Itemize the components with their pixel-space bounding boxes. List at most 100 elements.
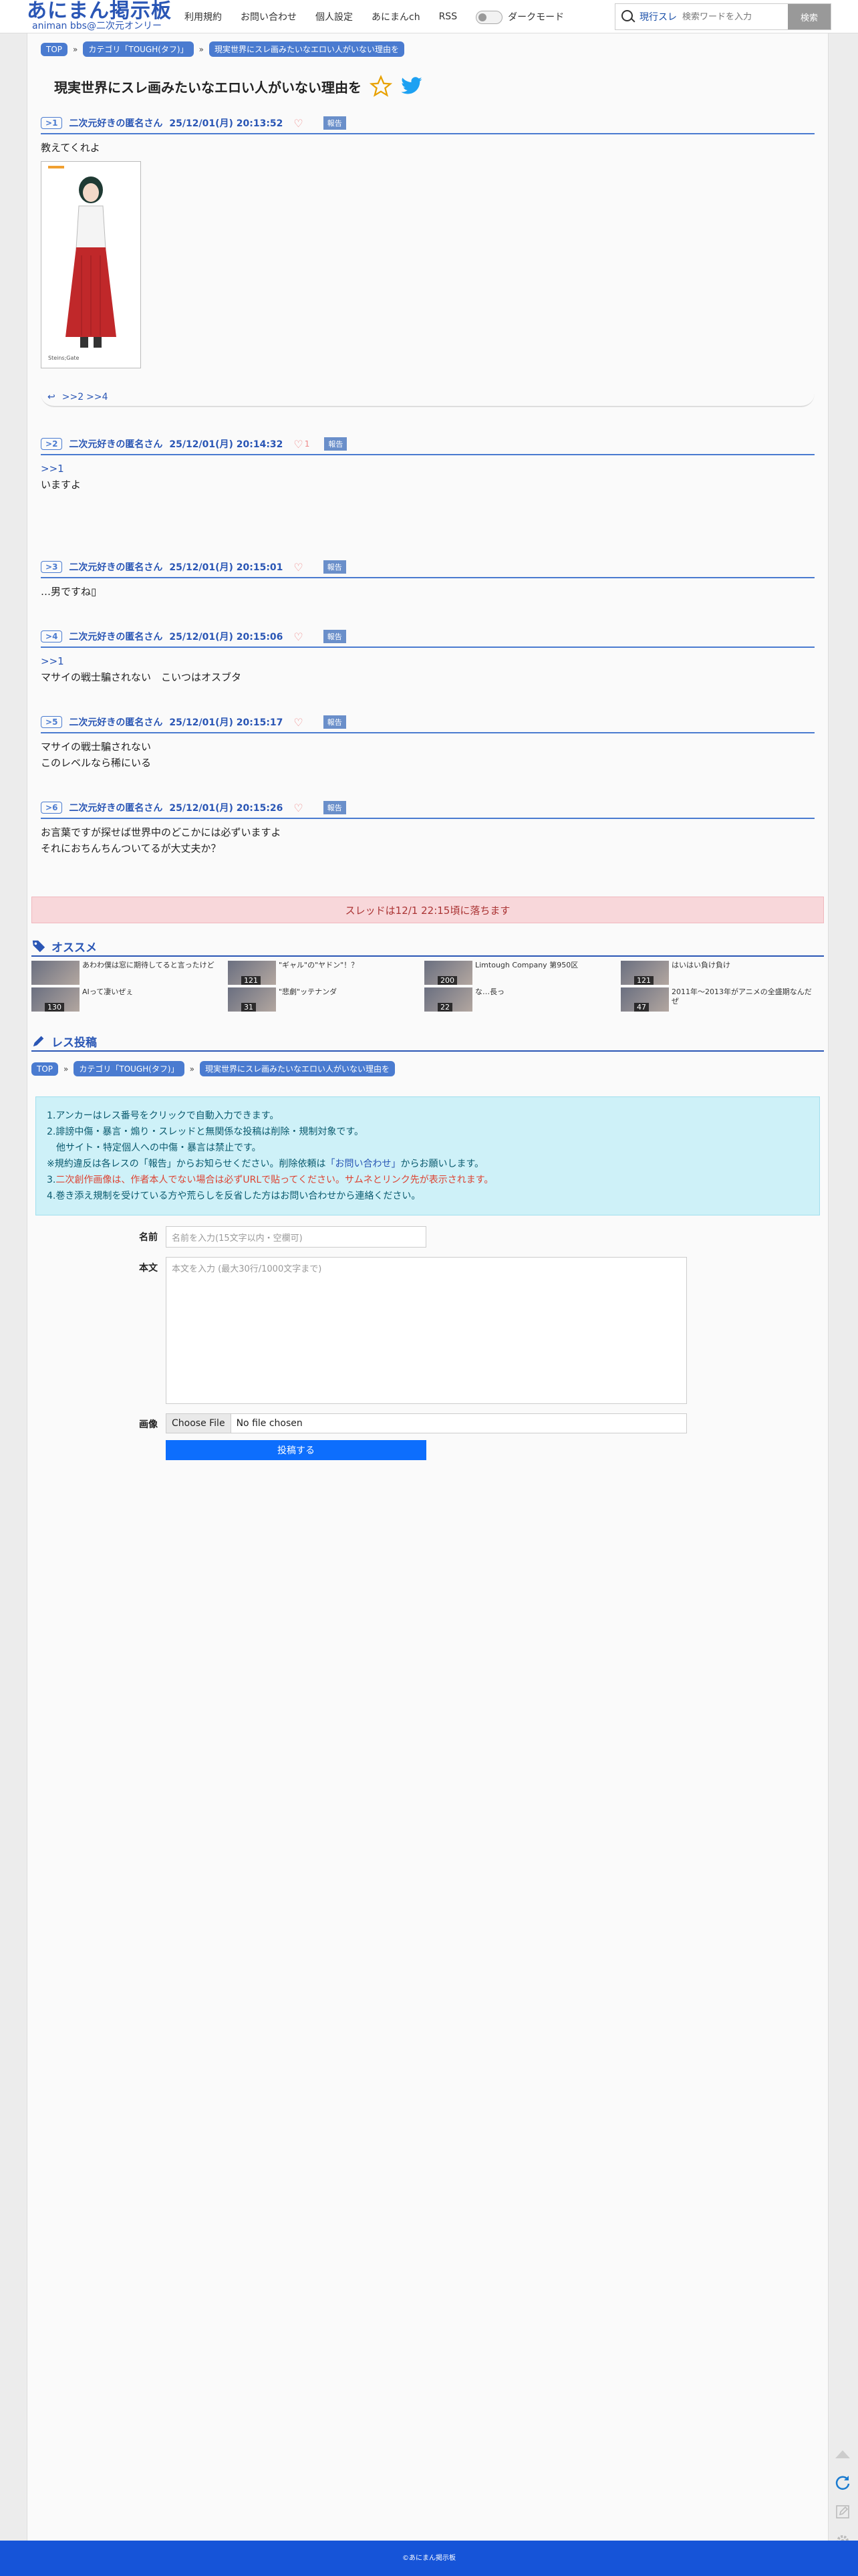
- post-image[interactable]: Steins;Gate: [41, 161, 141, 368]
- report-button[interactable]: 報告: [323, 801, 346, 814]
- nav-animanch[interactable]: あにまんch: [362, 10, 430, 23]
- post-form-title: レス投稿: [51, 1036, 97, 1050]
- comment-count: 121: [241, 976, 261, 985]
- poster-name: 二次元好きの匿名さん: [69, 717, 163, 728]
- site-footer: ©あにまん掲示板: [0, 2541, 858, 2576]
- breadcrumb-category[interactable]: カテゴリ「TOUGH(タフ)」: [83, 41, 194, 57]
- breadcrumb-category[interactable]: カテゴリ「TOUGH(タフ)」: [74, 1061, 184, 1076]
- report-button[interactable]: 報告: [323, 116, 346, 130]
- reply-link[interactable]: >>2: [62, 392, 84, 402]
- post-number[interactable]: >6: [41, 802, 63, 814]
- breadcrumb-thread[interactable]: 現実世界にスレ画みたいなエロい人がいない理由を: [208, 41, 404, 57]
- heart-icon[interactable]: ♡: [293, 630, 303, 643]
- anchor-link[interactable]: >>1: [41, 461, 815, 477]
- heart-icon[interactable]: ♡: [293, 438, 303, 451]
- search-icon: [621, 9, 635, 24]
- post-date: 25/12/01(月) 20:15:06: [169, 632, 283, 642]
- recommend-item-title: はいはい負け負け: [672, 961, 730, 969]
- post-number[interactable]: >1: [41, 117, 63, 129]
- breadcrumb-thread[interactable]: 現実世界にスレ画みたいなエロい人がいない理由を: [199, 1061, 395, 1076]
- name-label: 名前: [139, 1232, 158, 1243]
- character-illustration: Steins;Gate: [41, 162, 140, 368]
- reply-links: ↩ >>2 >>4: [41, 388, 815, 407]
- choose-file-button[interactable]: Choose File: [166, 1414, 231, 1433]
- heart-icon[interactable]: ♡: [293, 802, 303, 814]
- rule-line: 4.巻き添え規制を受けている方や荒らしを反省した方はお問い合わせから連絡ください…: [47, 1191, 421, 1201]
- comment-count: 121: [634, 976, 654, 985]
- reply-link[interactable]: >>4: [86, 392, 108, 402]
- recommend-item[interactable]: あわわ僕は窓に期待してると言ったけど: [31, 961, 225, 985]
- post-header: >2 二次元好きの匿名さん 25/12/01(月) 20:14:32 ♡ 1 報…: [41, 434, 815, 455]
- reload-button[interactable]: [833, 2472, 853, 2492]
- logo-main: あにまん掲示板: [27, 0, 172, 23]
- recommend-item[interactable]: 130 AIって凄いぜぇ: [31, 987, 225, 1012]
- anchor-link[interactable]: >>1: [41, 653, 815, 669]
- post: >6 二次元好きの匿名さん 25/12/01(月) 20:15:26 ♡ 報告 …: [41, 798, 815, 856]
- thread-title-row: 現実世界にスレ画みたいなエロい人がいない理由を: [54, 73, 815, 100]
- comment-count: 47: [634, 1003, 649, 1012]
- post-date: 25/12/01(月) 20:13:52: [169, 118, 283, 129]
- write-button[interactable]: [833, 2502, 853, 2522]
- post-body: >>1 マサイの戦士騙されない こいつはオスブタ: [41, 648, 815, 685]
- post-form-heading: レス投稿: [31, 1032, 824, 1052]
- post-number[interactable]: >2: [41, 438, 63, 450]
- breadcrumb-separator: »: [73, 44, 78, 54]
- nav-rss[interactable]: RSS: [430, 11, 467, 22]
- contact-link[interactable]: 「お問い合わせ」: [325, 1159, 400, 1169]
- poster-name: 二次元好きの匿名さん: [69, 118, 163, 129]
- name-row: 名前 名前を入力(15文字以内・空欄可): [35, 1226, 820, 1248]
- post-text: 教えてくれよ: [41, 142, 100, 154]
- post-number[interactable]: >4: [41, 630, 63, 642]
- report-button[interactable]: 報告: [324, 437, 347, 451]
- search-bar: 現行スレ 検索: [615, 3, 831, 30]
- recommend-item[interactable]: 200 Limtough Company 第950区: [424, 961, 618, 985]
- recommend-item[interactable]: 121 はいはい負け負け: [621, 961, 815, 985]
- toggle-switch[interactable]: [476, 10, 503, 24]
- recommend-item[interactable]: 121 "ギャル"の"ヤドン"！？: [228, 961, 422, 985]
- body-textarea[interactable]: 本文を入力 (最大30行/1000文字まで): [166, 1257, 687, 1404]
- post: >2 二次元好きの匿名さん 25/12/01(月) 20:14:32 ♡ 1 報…: [41, 434, 815, 493]
- nav-contact[interactable]: お問い合わせ: [231, 10, 306, 23]
- submit-button[interactable]: 投稿する: [166, 1440, 426, 1460]
- breadcrumb-top[interactable]: TOP: [31, 1062, 59, 1076]
- reply-arrow-icon: ↩: [47, 392, 55, 402]
- rule-text: 3.: [47, 1175, 56, 1185]
- nav-terms[interactable]: 利用規約: [175, 10, 231, 23]
- post-text: それにおちんちんついてるが大丈夫か？: [41, 842, 221, 854]
- image-file-input[interactable]: Choose File No file chosen: [166, 1413, 687, 1433]
- recommend-item-title: "悲劇"ッテナンダ: [279, 987, 337, 996]
- name-input[interactable]: 名前を入力(15文字以内・空欄可): [166, 1226, 426, 1248]
- report-button[interactable]: 報告: [323, 560, 346, 574]
- image-label: 画像: [139, 1419, 158, 1430]
- heart-icon[interactable]: ♡: [293, 117, 303, 130]
- breadcrumb-top[interactable]: TOP: [41, 42, 68, 56]
- nav-settings[interactable]: 個人設定: [306, 10, 362, 23]
- breadcrumb: TOP » カテゴリ「TOUGH(タフ)」 » 現実世界にスレ画みたいなエロい人…: [41, 33, 815, 57]
- recommend-item-title: Limtough Company 第950区: [475, 961, 579, 969]
- post-header: >4 二次元好きの匿名さん 25/12/01(月) 20:15:06 ♡ 報告: [41, 626, 815, 648]
- poster-name: 二次元好きの匿名さん: [69, 632, 163, 642]
- post: >4 二次元好きの匿名さん 25/12/01(月) 20:15:06 ♡ 報告 …: [41, 626, 815, 685]
- recommend-item[interactable]: 22 な…長っ: [424, 987, 618, 1012]
- post-number[interactable]: >5: [41, 716, 63, 728]
- recommend-item[interactable]: 47 2011年〜2013年がアニメの全盛期なんだぜ: [621, 987, 815, 1012]
- search-button[interactable]: 検索: [788, 4, 831, 29]
- twitter-icon[interactable]: [400, 76, 423, 96]
- dark-mode-toggle[interactable]: ダークモード: [466, 10, 573, 24]
- report-button[interactable]: 報告: [323, 715, 346, 729]
- heart-icon[interactable]: ♡: [293, 561, 303, 574]
- recommend-item[interactable]: 31 "悲劇"ッテナンダ: [228, 987, 422, 1012]
- post-date: 25/12/01(月) 20:14:32: [169, 439, 283, 450]
- post-number[interactable]: >3: [41, 561, 63, 573]
- site-logo[interactable]: あにまん掲示板 animan bbs@二次元オンリー: [27, 1, 172, 31]
- favorite-star-icon[interactable]: [370, 75, 392, 98]
- post-number-value: 6: [52, 803, 58, 812]
- file-status: No file chosen: [236, 1418, 303, 1429]
- report-button[interactable]: 報告: [323, 630, 346, 643]
- comment-count: 200: [438, 976, 457, 985]
- search-input[interactable]: [682, 11, 782, 22]
- scroll-top-button[interactable]: [833, 2444, 853, 2464]
- main-content: TOP » カテゴリ「TOUGH(タフ)」 » 現実世界にスレ画みたいなエロい人…: [27, 33, 829, 2541]
- search-scope[interactable]: 現行スレ: [639, 10, 677, 23]
- heart-icon[interactable]: ♡: [293, 716, 303, 729]
